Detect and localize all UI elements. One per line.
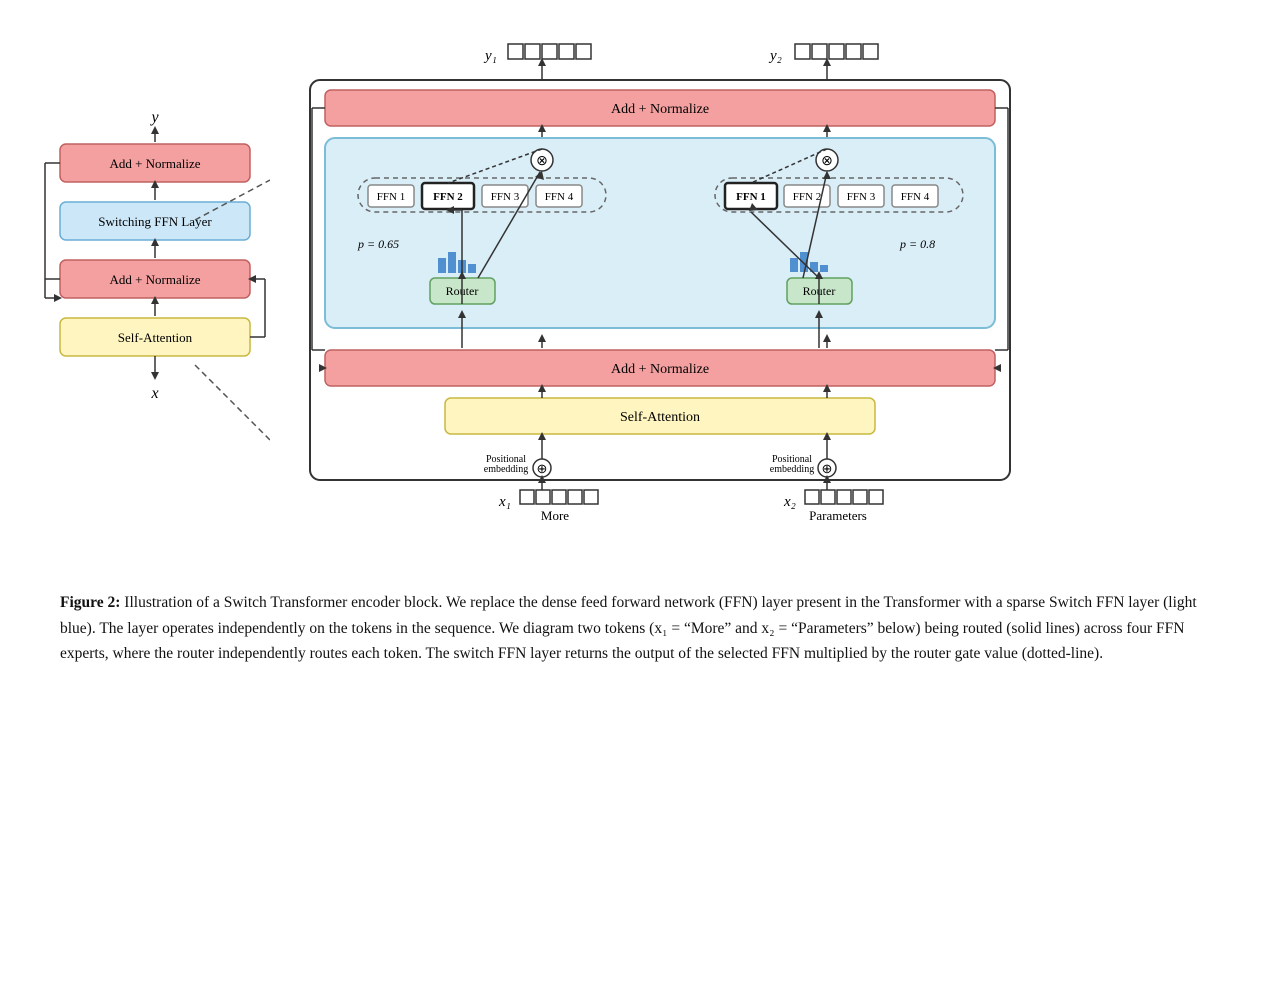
svg-text:FFN 3: FFN 3 (491, 191, 520, 203)
svg-text:FFN 3: FFN 3 (847, 191, 876, 203)
svg-text:p = 0.8: p = 0.8 (899, 237, 935, 251)
svg-text:⊗: ⊗ (821, 154, 833, 169)
left-diagram: y Add + Normalize Switching FFN Laye (40, 70, 270, 520)
caption-text: Illustration of a Switch Transformer enc… (60, 594, 1197, 662)
svg-text:Self-Attention: Self-Attention (620, 410, 700, 425)
svg-text:embedding: embedding (770, 464, 814, 475)
svg-text:Self-Attention: Self-Attention (118, 330, 193, 345)
svg-text:Switching FFN Layer: Switching FFN Layer (98, 214, 212, 229)
svg-text:Add + Normalize: Add + Normalize (109, 156, 200, 171)
svg-text:x₁: x₁ (498, 494, 511, 510)
svg-text:More: More (541, 508, 569, 523)
svg-text:Add + Normalize: Add + Normalize (611, 102, 709, 117)
svg-text:p = 0.65: p = 0.65 (357, 237, 399, 251)
svg-text:FFN 1: FFN 1 (736, 191, 766, 203)
svg-text:⊕: ⊕ (537, 461, 548, 476)
right-diagram: y₁ y₂ (290, 30, 1234, 560)
svg-text:y: y (149, 109, 159, 126)
svg-text:FFN 4: FFN 4 (901, 191, 930, 203)
svg-text:⊗: ⊗ (536, 154, 548, 169)
main-container: y Add + Normalize Switching FFN Laye (40, 30, 1234, 667)
svg-text:Add + Normalize: Add + Normalize (611, 362, 709, 377)
left-diagram-svg: y Add + Normalize Switching FFN Laye (40, 100, 270, 520)
svg-text:embedding: embedding (484, 464, 528, 475)
svg-text:x: x (150, 385, 158, 402)
svg-text:FFN 2: FFN 2 (793, 191, 821, 203)
svg-text:y₁: y₁ (483, 48, 497, 64)
diagram-area: y Add + Normalize Switching FFN Laye (40, 30, 1234, 560)
svg-text:Parameters: Parameters (809, 508, 867, 523)
svg-text:Add + Normalize: Add + Normalize (109, 272, 200, 287)
right-diagram-svg: y₁ y₂ (290, 30, 1020, 560)
svg-text:FFN 4: FFN 4 (545, 191, 574, 203)
svg-text:y₂: y₂ (768, 48, 782, 64)
svg-text:x₂: x₂ (783, 494, 796, 510)
svg-text:FFN 1: FFN 1 (377, 191, 405, 203)
svg-text:⊕: ⊕ (822, 461, 833, 476)
figure-caption: Figure 2: Illustration of a Switch Trans… (40, 590, 1200, 667)
figure-label: Figure 2: (60, 594, 120, 611)
svg-text:FFN 2: FFN 2 (433, 191, 463, 203)
